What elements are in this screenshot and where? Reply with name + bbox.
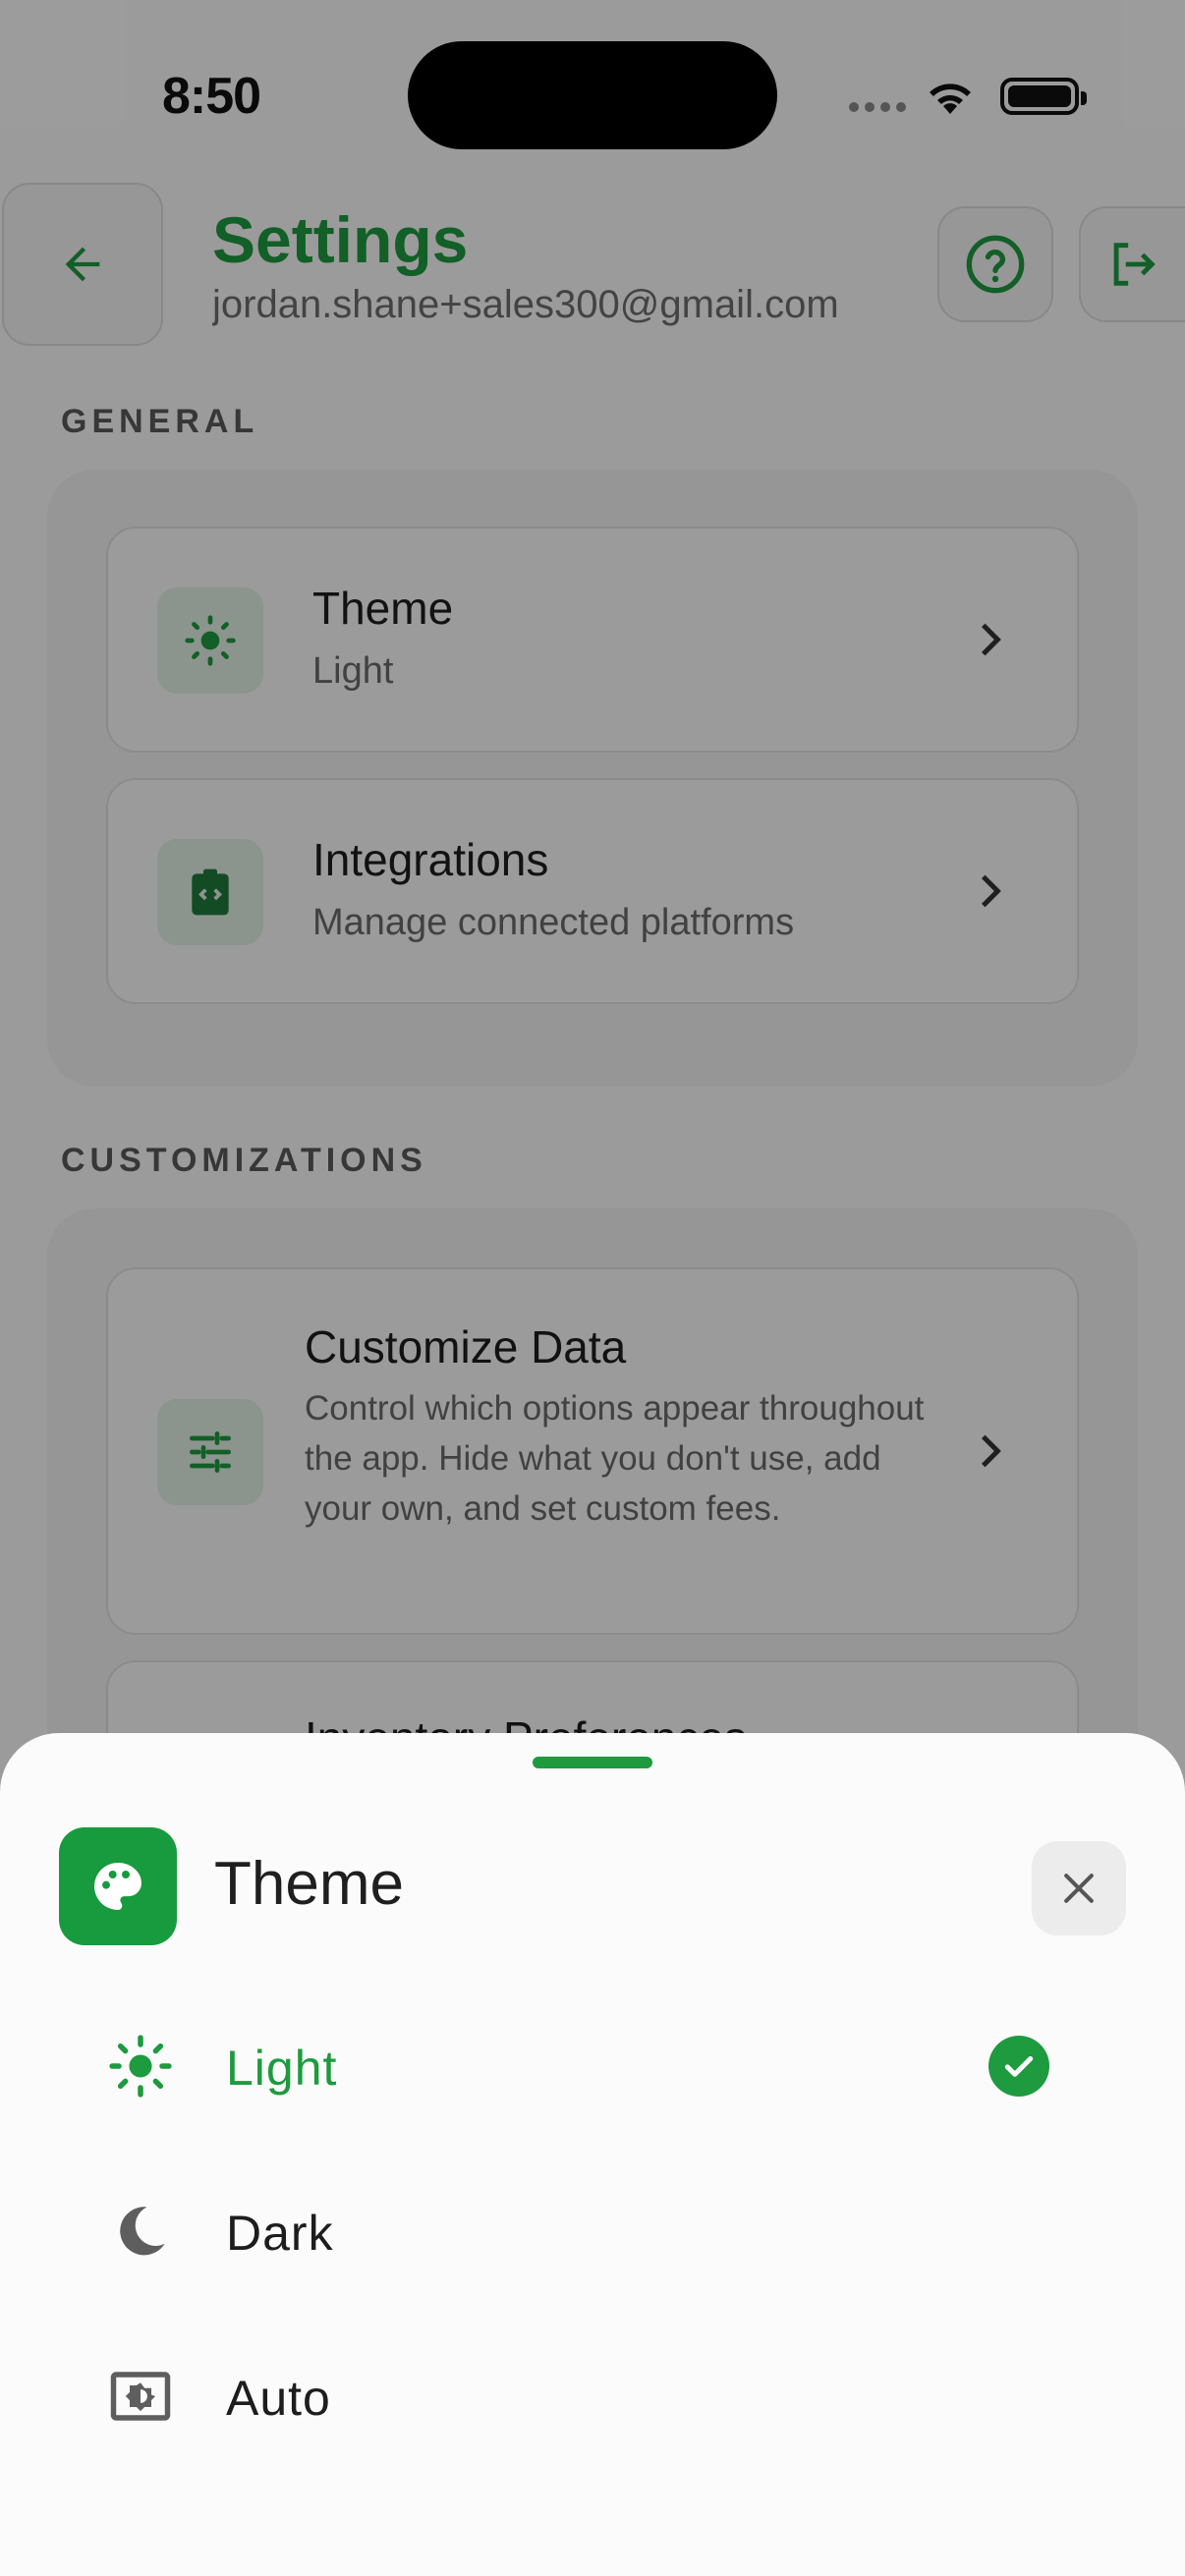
sun-icon: [106, 2032, 175, 2100]
dynamic-island: [408, 41, 777, 149]
moon-icon: [106, 2197, 175, 2266]
close-button[interactable]: [1032, 1841, 1126, 1935]
close-icon: [1064, 1874, 1094, 1903]
theme-option-label: Dark: [226, 2206, 334, 2261]
theme-option-dark[interactable]: Dark: [0, 2157, 1185, 2305]
brightness-auto-icon: [106, 2362, 175, 2431]
theme-option-label: Auto: [226, 2371, 331, 2426]
sheet-drag-handle[interactable]: [533, 1757, 652, 1768]
theme-bottom-sheet: Theme Light Dark Auto: [0, 1733, 1185, 2576]
theme-option-label: Light: [226, 2041, 338, 2096]
theme-option-light[interactable]: Light: [0, 1992, 1185, 2140]
settings-screen: 8:50 Settings jordan.shane+sales300@gmai…: [0, 0, 1185, 2576]
sheet-title: Theme: [214, 1850, 404, 1918]
check-circle-icon: [988, 2036, 1049, 2097]
palette-icon: [59, 1827, 177, 1945]
theme-option-auto[interactable]: Auto: [0, 2323, 1185, 2470]
